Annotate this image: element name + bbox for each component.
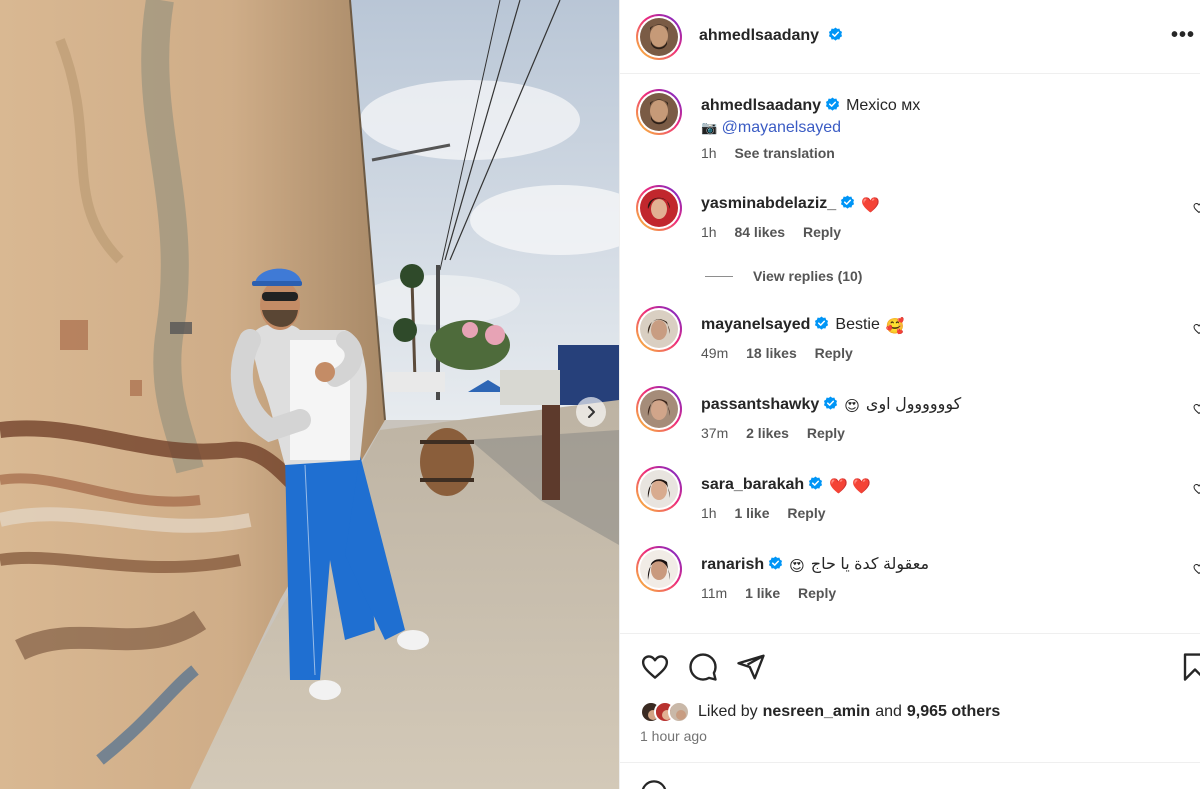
reply-button[interactable]: Reply [815,345,853,361]
post-details-panel: ahmedlsaadany ••• ahmedlsaadany Mexico м… [619,0,1200,789]
comment-likes[interactable]: 84 likes [734,224,785,240]
caption-avatar[interactable] [636,89,682,135]
liked-by-middle: and [875,703,902,720]
caption-text: Mexico мх [846,97,921,114]
like-comment-heart-icon[interactable] [1193,322,1200,336]
view-replies-button[interactable]: View replies (10) [705,268,1005,284]
comment-username[interactable]: ranarish [701,556,764,573]
verified-badge-icon [828,27,842,41]
caption-avatar-image [640,93,678,131]
liked-by-summary: Liked by nesreen_amin and 9,965 others [640,701,1000,723]
caption-username[interactable]: ahmedlsaadany [701,97,821,114]
share-paper-plane-icon[interactable] [736,652,766,682]
like-comment-heart-icon[interactable] [1193,402,1200,416]
verified-badge-icon [826,97,840,111]
commenter-avatar[interactable] [636,306,682,352]
comment-username[interactable]: passantshawky [701,396,819,413]
like-comment-heart-icon[interactable] [1193,201,1200,215]
commenter-avatar[interactable] [636,466,682,512]
author-avatar-image [640,18,678,56]
see-translation-button[interactable]: See translation [734,145,834,161]
liked-by-user-link[interactable]: nesreen_amin [763,703,871,721]
commenter-avatar[interactable] [636,546,682,592]
more-options-button[interactable]: ••• [1171,24,1195,47]
save-bookmark-icon[interactable] [1180,652,1200,682]
camera-icon: 📷 [701,120,718,135]
comments-list: ahmedlsaadany Mexico мх 📷 @mayanelsayed 1… [620,75,1200,633]
comment-likes[interactable]: 2 likes [746,425,789,441]
commenter-avatar[interactable] [636,386,682,432]
comment-time: 37m [701,425,729,441]
comment-username[interactable]: sara_barakah [701,476,804,493]
commenter-avatar-image [640,470,678,508]
chevron-right-icon [588,406,595,418]
comment-emoji: 😍 [789,558,805,575]
comment-username[interactable]: yasminabdelaziz_ [701,195,836,212]
view-replies-divider [705,275,733,277]
comment-text: Bestie [835,316,880,333]
author-avatar[interactable] [636,14,682,60]
comment-likes[interactable]: 18 likes [746,345,797,361]
comment-likes[interactable]: 1 like [745,585,780,601]
comment-time: 49m [701,345,729,361]
author-username[interactable]: ahmedlsaadany [699,27,819,44]
carousel-next-button[interactable] [576,397,606,427]
caption-time: 1h [701,145,717,161]
commenter-avatar-image [640,550,678,588]
comment-text: معقولة كدة يا حاج [810,556,930,573]
verified-badge-icon [841,195,855,209]
like-comment-heart-icon[interactable] [1193,482,1200,496]
liked-by-prefix: Liked by [698,703,758,720]
liker-avatars [640,701,690,723]
post-header: ahmedlsaadany ••• [620,0,1200,74]
commenter-avatar-image [640,390,678,428]
comment-emoji: 🥰 [885,318,905,335]
comment-username[interactable]: mayanelsayed [701,316,810,333]
comment-time: 1h [701,505,717,521]
commenter-avatar-image [640,310,678,348]
verified-badge-icon [809,476,823,490]
add-comment-bar[interactable] [620,762,1200,789]
view-replies-label: View replies (10) [753,268,863,284]
liker-avatar [668,701,690,723]
verified-badge-icon [824,396,838,410]
like-heart-icon[interactable] [640,652,670,682]
verified-badge-icon [769,556,783,570]
reply-button[interactable]: Reply [787,505,825,521]
post-photo [0,0,619,789]
comment-bubble-icon[interactable] [688,652,718,682]
comment-time: 1h [701,224,717,240]
comment-text: كوووووول اوى [865,396,962,413]
reply-button[interactable]: Reply [798,585,836,601]
commenter-avatar[interactable] [636,185,682,231]
caption-mention-link[interactable]: @mayanelsayed [722,119,841,136]
comment-likes[interactable]: 1 like [734,505,769,521]
commenter-avatar-image [640,189,678,227]
reply-button[interactable]: Reply [807,425,845,441]
like-comment-heart-icon[interactable] [1193,562,1200,576]
comment-emoji: ❤️ [861,197,880,214]
post-actions-bar: Liked by nesreen_amin and 9,965 others 1… [620,633,1200,763]
emoji-smiley-icon[interactable] [640,779,668,789]
photo-scene [0,0,619,789]
comment-emoji: ❤️ ❤️ [829,478,871,495]
comment-time: 11m [701,585,728,601]
liked-by-others-link[interactable]: 9,965 others [907,703,1000,721]
comment-emoji: 😍 [844,398,860,415]
post-timestamp[interactable]: 1 hour ago [640,728,707,744]
verified-badge-icon [815,316,829,330]
reply-button[interactable]: Reply [803,224,841,240]
